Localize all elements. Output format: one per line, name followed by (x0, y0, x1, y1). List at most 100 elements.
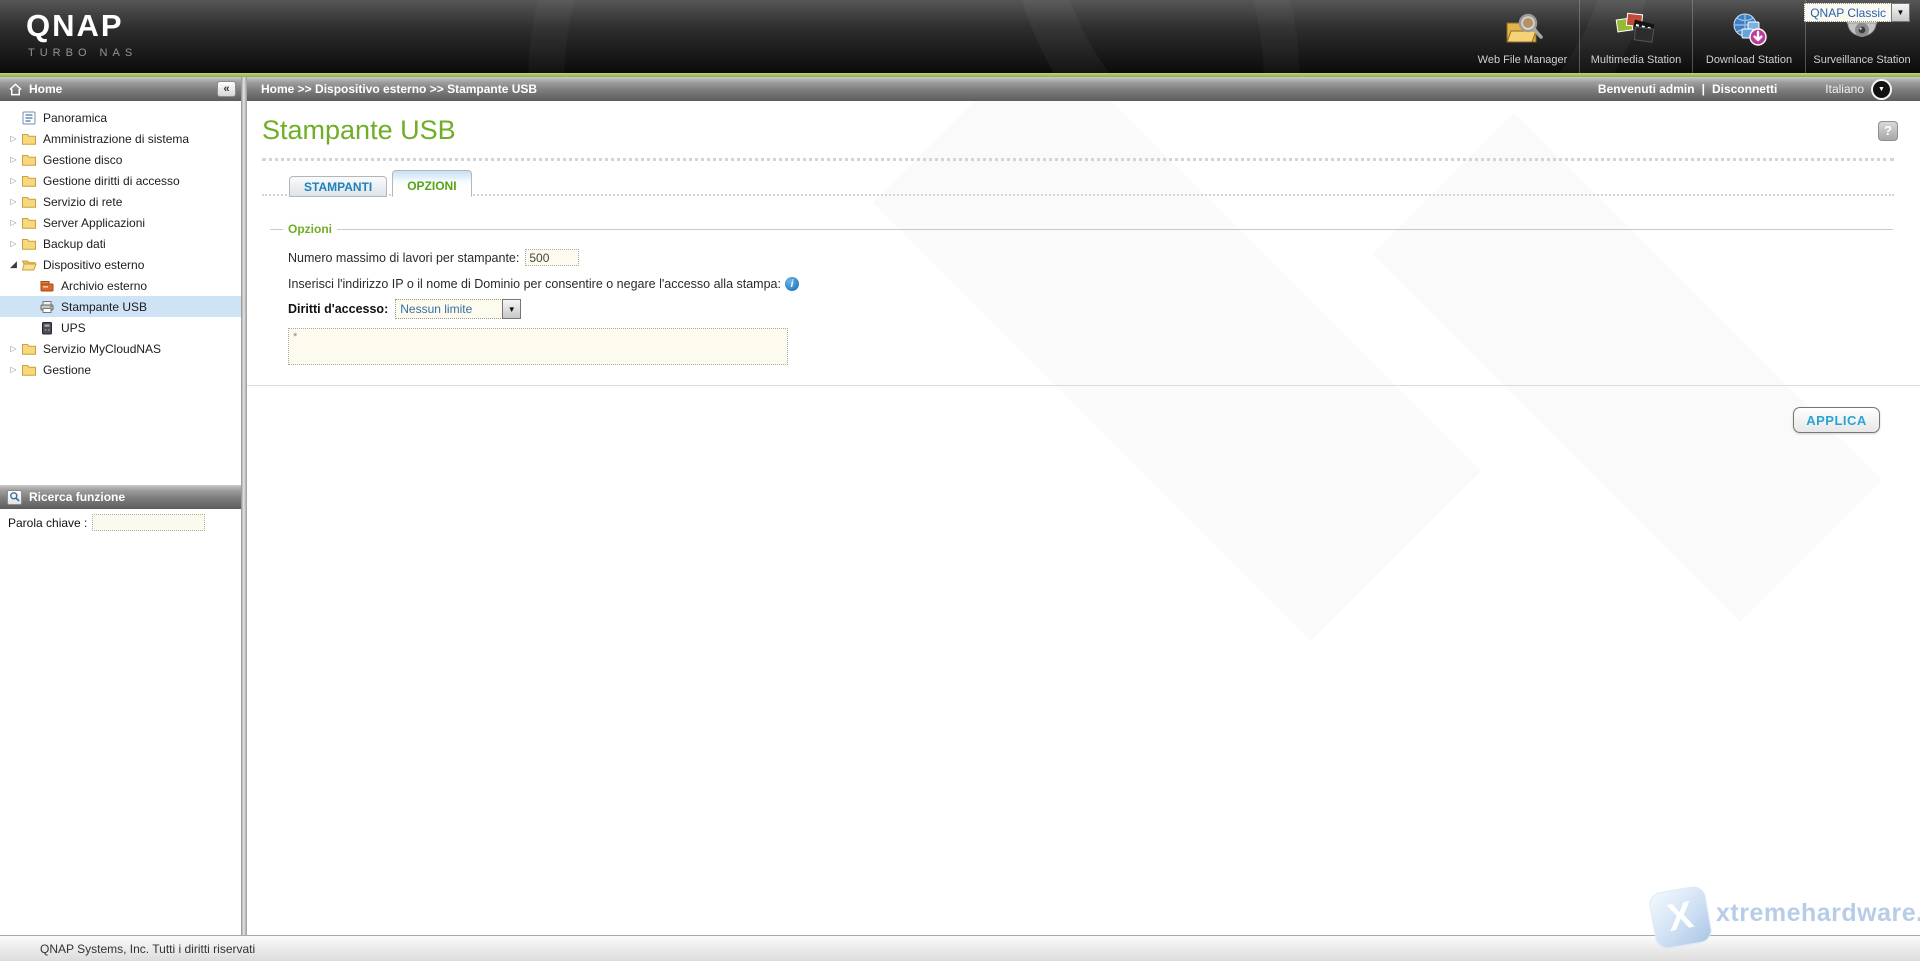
collapsed-arrow-icon[interactable]: ▷ (8, 344, 19, 353)
tree-item-label: Servizio di rete (43, 195, 122, 209)
welcome-text: Benvenuti admin (1598, 82, 1695, 96)
tab-bar: STAMPANTI OPZIONI (289, 170, 472, 197)
keyword-row: Parola chiave : (8, 514, 205, 531)
sidebar-home-bar: Home « (0, 77, 241, 101)
access-rights-row: Diritti d'accesso: Nessun limite ▼ (288, 299, 521, 319)
select-dropdown-icon[interactable]: ▼ (502, 299, 521, 319)
tree-item-server-applicazioni[interactable]: ▷ Server Applicazioni (0, 212, 241, 233)
language-dropdown-icon[interactable]: ▼ (1873, 81, 1890, 98)
tree-item-panoramica[interactable]: Panoramica (0, 107, 241, 128)
folder-icon (21, 215, 37, 231)
tree-item-label: UPS (61, 321, 86, 335)
options-group-border: Opzioni (270, 229, 1893, 230)
search-icon (7, 490, 22, 505)
collapsed-arrow-icon[interactable]: ▷ (8, 365, 19, 374)
folder-icon (21, 236, 37, 252)
tree-item-label: Gestione diritti di accesso (43, 174, 180, 188)
tab-stampanti[interactable]: STAMPANTI (289, 176, 387, 197)
tree-item-backup-dati[interactable]: ▷ Backup dati (0, 233, 241, 254)
overview-icon (21, 110, 37, 126)
download-station-label: Download Station (1706, 54, 1792, 66)
keyword-label: Parola chiave : (8, 516, 87, 530)
access-rights-select[interactable]: Nessun limite ▼ (395, 299, 521, 319)
tree-item-label: Server Applicazioni (43, 216, 145, 230)
download-station-icon (1726, 8, 1772, 54)
collapsed-arrow-icon[interactable]: ▷ (8, 176, 19, 185)
tree-item-label: Archivio esterno (61, 279, 147, 293)
max-jobs-input[interactable] (525, 249, 579, 266)
collapsed-arrow-icon[interactable]: ▷ (8, 134, 19, 143)
tab-opzioni[interactable]: OPZIONI (392, 170, 471, 197)
tree-item-gestione[interactable]: ▷ Gestione (0, 359, 241, 380)
tree-item-label: Panoramica (43, 111, 107, 125)
sidebar-collapse-button[interactable]: « (217, 81, 236, 97)
keyword-input[interactable] (92, 514, 205, 531)
tree-item-label: Amministrazione di sistema (43, 132, 189, 146)
open-folder-icon (21, 257, 37, 273)
sidebar: Home « Panoramica ▷ Amministrazione di s… (0, 77, 241, 935)
info-icon[interactable]: i (785, 277, 799, 291)
folder-icon (21, 173, 37, 189)
web-file-manager-label: Web File Manager (1478, 54, 1568, 66)
tree-item-label: Dispositivo esterno (43, 258, 144, 272)
external-storage-icon (39, 278, 55, 294)
expanded-arrow-icon[interactable]: ◢ (8, 259, 19, 270)
tree-item-ups[interactable]: UPS (0, 317, 241, 338)
access-rights-selected-value: Nessun limite (396, 302, 502, 316)
logout-link[interactable]: Disconnetti (1712, 82, 1777, 96)
tree-item-servizio-mycloudnas[interactable]: ▷ Servizio MyCloudNAS (0, 338, 241, 359)
tree-item-amministrazione[interactable]: ▷ Amministrazione di sistema (0, 128, 241, 149)
divider: | (1702, 82, 1705, 96)
web-file-manager-icon (1500, 8, 1546, 54)
qnap-logo: QNAP (26, 8, 124, 44)
copyright-text: QNAP Systems, Inc. Tutti i diritti riser… (40, 942, 255, 956)
sidebar-title: Home (29, 82, 62, 96)
collapsed-arrow-icon[interactable]: ▷ (8, 239, 19, 248)
qnap-tagline: TURBO NAS (28, 47, 137, 59)
tree-item-archivio-esterno[interactable]: Archivio esterno (0, 275, 241, 296)
web-file-manager-shortcut[interactable]: Web File Manager (1466, 0, 1579, 73)
tree-item-label: Gestione (43, 363, 91, 377)
download-station-shortcut[interactable]: Download Station (1692, 0, 1805, 73)
ip-list-textarea[interactable]: * (288, 328, 788, 365)
tree-item-dispositivo-esterno[interactable]: ◢ Dispositivo esterno (0, 254, 241, 275)
max-jobs-row: Numero massimo di lavori per stampante: (288, 249, 579, 266)
tree-item-stampante-usb[interactable]: Stampante USB (0, 296, 241, 317)
function-search-title: Ricerca funzione (29, 490, 125, 504)
multimedia-station-icon (1613, 8, 1659, 54)
multimedia-station-shortcut[interactable]: Multimedia Station (1579, 0, 1692, 73)
folder-icon (21, 194, 37, 210)
access-hint-row: Inserisci l'indirizzo IP o il nome di Do… (288, 277, 799, 291)
breadcrumb-bar: Home >> Dispositivo esterno >> Stampante… (247, 77, 1920, 101)
theme-selected-value: QNAP Classic (1805, 6, 1891, 20)
access-rights-label: Diritti d'accesso: (288, 302, 388, 316)
collapsed-arrow-icon[interactable]: ▷ (8, 218, 19, 227)
nav-tree: Panoramica ▷ Amministrazione di sistema … (0, 107, 241, 380)
theme-select[interactable]: QNAP Classic ▼ (1804, 3, 1910, 22)
tree-item-gestione-diritti[interactable]: ▷ Gestione diritti di accesso (0, 170, 241, 191)
collapsed-arrow-icon[interactable]: ▷ (8, 155, 19, 164)
home-icon (8, 82, 23, 97)
collapsed-arrow-icon[interactable]: ▷ (8, 197, 19, 206)
tree-item-gestione-disco[interactable]: ▷ Gestione disco (0, 149, 241, 170)
theme-dropdown-icon[interactable]: ▼ (1891, 3, 1910, 22)
apply-button[interactable]: APPLICA (1793, 407, 1880, 433)
ups-icon (39, 320, 55, 336)
access-hint-label: Inserisci l'indirizzo IP o il nome di Do… (288, 277, 781, 291)
folder-icon (21, 152, 37, 168)
page-title: Stampante USB (262, 115, 456, 146)
options-legend: Opzioni (283, 222, 337, 236)
tree-item-servizio-di-rete[interactable]: ▷ Servizio di rete (0, 191, 241, 212)
title-separator (262, 158, 1894, 161)
printer-icon (39, 299, 55, 315)
folder-icon (21, 362, 37, 378)
function-search-bar: Ricerca funzione (0, 485, 241, 509)
folder-icon (21, 131, 37, 147)
surveillance-station-label: Surveillance Station (1813, 54, 1910, 66)
tree-item-label: Gestione disco (43, 153, 122, 167)
tree-item-label: Backup dati (43, 237, 106, 251)
help-button[interactable]: ? (1878, 121, 1898, 141)
app-header: QNAP TURBO NAS Web File Manager (0, 0, 1920, 73)
breadcrumb: Home >> Dispositivo esterno >> Stampante… (261, 82, 537, 96)
folder-icon (21, 341, 37, 357)
